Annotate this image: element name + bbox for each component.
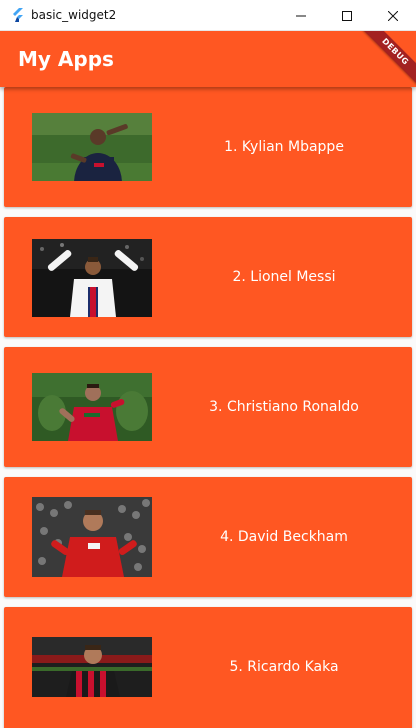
- list-item[interactable]: 3. Christiano Ronaldo: [4, 347, 412, 467]
- ricardo-kaka-photo: [32, 637, 152, 697]
- app-body: My Apps DEBUG 1. Kylian Mbappe 2. Lionel…: [0, 31, 416, 728]
- flutter-icon: [10, 7, 26, 23]
- page-title: My Apps: [18, 47, 114, 71]
- window-title: basic_widget2: [31, 8, 117, 22]
- list-item-label: 5. Ricardo Kaka: [229, 659, 339, 675]
- app-bar: My Apps: [0, 31, 416, 87]
- list-item[interactable]: 2. Lionel Messi: [4, 217, 412, 337]
- david-beckham-photo: [32, 497, 152, 577]
- list-item[interactable]: 4. David Beckham: [4, 477, 412, 597]
- maximize-button[interactable]: [324, 0, 370, 31]
- list-item-label: 3. Christiano Ronaldo: [209, 399, 359, 415]
- kylian-mbappe-photo: [32, 113, 152, 181]
- christiano-ronaldo-photo: [32, 373, 152, 441]
- close-icon: [388, 10, 398, 21]
- window-titlebar[interactable]: basic_widget2: [0, 0, 416, 31]
- list-item[interactable]: 1. Kylian Mbappe: [4, 87, 412, 207]
- lionel-messi-photo: [32, 239, 152, 317]
- close-button[interactable]: [370, 0, 416, 31]
- minimize-button[interactable]: [278, 0, 324, 31]
- list-item-label: 1. Kylian Mbappe: [224, 139, 344, 155]
- maximize-icon: [342, 10, 352, 21]
- list-item[interactable]: 5. Ricardo Kaka: [4, 607, 412, 728]
- list-item-label: 4. David Beckham: [220, 529, 348, 545]
- minimize-icon: [296, 15, 306, 16]
- list-item-label: 2. Lionel Messi: [232, 269, 336, 285]
